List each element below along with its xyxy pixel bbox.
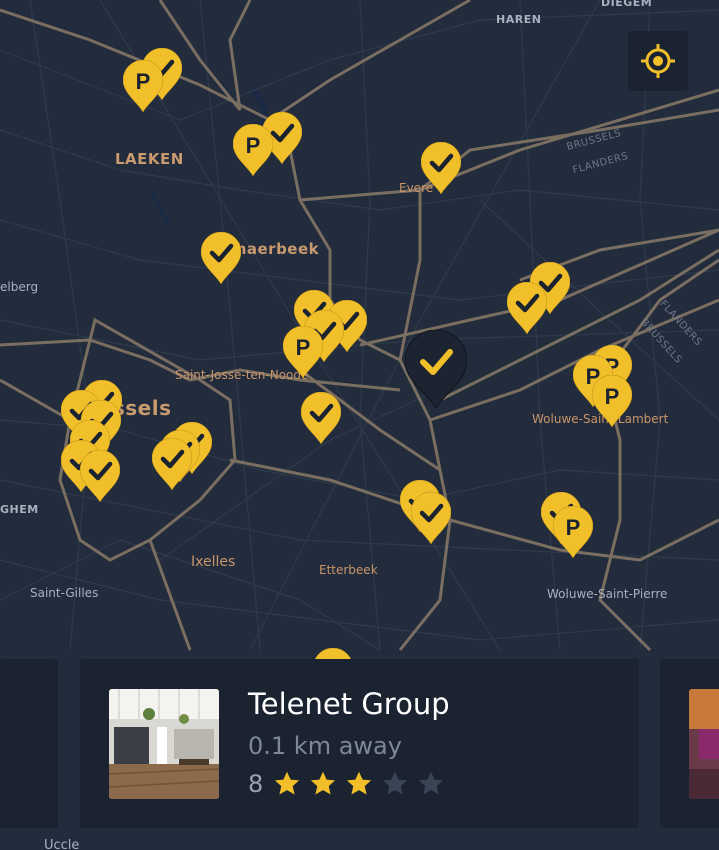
location-card[interactable]: Telenet Group 0.1 km away 8 [80, 659, 639, 828]
star-filled-icon [347, 771, 372, 795]
location-pin[interactable] [421, 142, 461, 194]
place-anderlecht: GHEM [0, 503, 39, 516]
location-pin[interactable] [411, 492, 451, 544]
selected-location-pin[interactable] [405, 330, 467, 408]
parking-pin[interactable] [592, 375, 632, 427]
crosshair-icon [641, 44, 675, 78]
location-card-previous[interactable] [0, 659, 58, 828]
location-pin[interactable] [201, 232, 241, 284]
place-laeken: LAEKEN [115, 150, 184, 168]
parking-pin[interactable] [123, 60, 163, 112]
rating-value: 8 [248, 770, 264, 798]
parking-pin[interactable] [283, 326, 323, 378]
parking-pin[interactable] [233, 124, 273, 176]
location-title: Telenet Group [248, 687, 450, 721]
location-card-next[interactable] [660, 659, 719, 828]
place-etterbeek: Etterbeek [319, 563, 378, 577]
place-diegem: DIEGEM [601, 0, 653, 9]
place-ixelles: Ixelles [191, 554, 236, 570]
place-haren: HAREN [496, 13, 542, 26]
next-location-photo [689, 689, 719, 799]
map-screen: P LAEKEN Schaerbeek Evere Saint-Josse-te… [0, 0, 719, 850]
location-distance: 0.1 km away [248, 732, 402, 760]
locate-me-button[interactable] [628, 31, 688, 91]
location-pin[interactable] [80, 450, 120, 502]
place-koekelberg: elberg [0, 280, 39, 294]
star-empty-icon [419, 771, 444, 795]
place-uccle: Uccle [44, 838, 80, 850]
location-pin[interactable] [301, 392, 341, 444]
location-photo [109, 689, 219, 799]
parking-pin[interactable] [553, 506, 593, 558]
rating-stars [273, 770, 453, 798]
location-pin[interactable] [152, 438, 192, 490]
star-empty-icon [383, 771, 408, 795]
place-woluwe-saint-pierre: Woluwe-Saint-Pierre [547, 587, 668, 601]
location-pin[interactable] [507, 282, 547, 334]
location-rating: 8 [248, 770, 453, 798]
star-filled-icon [275, 771, 300, 795]
star-filled-icon [311, 771, 336, 795]
place-saint-gilles: Saint-Gilles [30, 586, 99, 600]
